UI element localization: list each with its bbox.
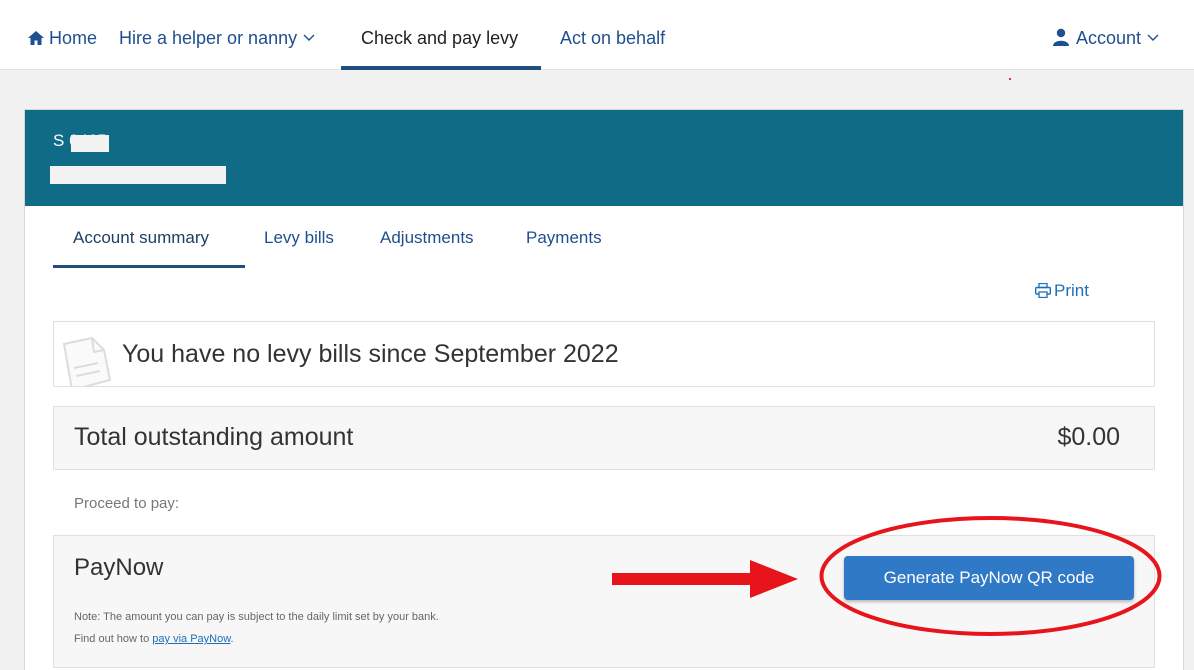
- no-bills-message: You have no levy bills since September 2…: [122, 340, 619, 368]
- print-link[interactable]: Print: [1035, 281, 1089, 301]
- nav-active-indicator: [341, 66, 541, 70]
- tab-adjustments[interactable]: Adjustments: [380, 228, 474, 248]
- print-label: Print: [1054, 281, 1089, 300]
- chevron-down-icon: [303, 34, 315, 41]
- nav-check-pay-label: Check and pay levy: [361, 28, 519, 48]
- nav-check-pay-levy[interactable]: Check and pay levy: [361, 26, 518, 50]
- nav-act-behalf-label: Act on behalf: [560, 28, 666, 48]
- tab-account-summary[interactable]: Account summary: [73, 228, 209, 248]
- paynow-title: PayNow: [74, 554, 164, 581]
- paynow-find-prefix: Find out how to: [74, 633, 153, 645]
- nav-home[interactable]: Home: [28, 26, 97, 50]
- red-arrow-annotation: [612, 560, 798, 598]
- red-circle-annotation: [819, 516, 1162, 636]
- tab-levy-bills[interactable]: Levy bills: [264, 228, 334, 248]
- tab-payments[interactable]: Payments: [526, 228, 602, 248]
- stray-dot: [1009, 78, 1011, 80]
- proceed-to-pay-label: Proceed to pay:: [74, 495, 180, 512]
- paynow-find-suffix: .: [230, 633, 234, 645]
- total-outstanding-value: $0.00: [1057, 423, 1120, 451]
- nav-hire-label: Hire a helper or nanny: [119, 28, 298, 48]
- total-outstanding-panel: Total outstanding amount $0.00: [53, 406, 1155, 470]
- no-bills-panel: You have no levy bills since September 2…: [53, 321, 1155, 387]
- user-icon: [1053, 28, 1069, 46]
- document-icon: [62, 336, 112, 386]
- nav-account[interactable]: Account: [1052, 26, 1159, 50]
- redaction-bar: [71, 135, 109, 152]
- paynow-limit-note: Note: The amount you can pay is subject …: [74, 611, 439, 623]
- redaction-bar: [50, 166, 226, 184]
- top-navigation: Home Hire a helper or nanny Check and pa…: [0, 0, 1194, 70]
- total-outstanding-label: Total outstanding amount: [74, 423, 354, 451]
- tab-active-indicator: [53, 265, 245, 268]
- printer-icon: [1035, 283, 1051, 298]
- nav-act-on-behalf[interactable]: Act on behalf: [560, 26, 665, 50]
- paynow-note: Note: The amount you can pay is subject …: [74, 606, 439, 650]
- nav-home-label: Home: [49, 28, 98, 48]
- nav-account-label: Account: [1076, 28, 1142, 48]
- pay-via-paynow-link[interactable]: pay via PayNow: [152, 633, 230, 645]
- home-icon: [28, 31, 44, 45]
- chevron-down-icon: [1147, 34, 1159, 41]
- nav-hire-helper[interactable]: Hire a helper or nanny: [119, 26, 315, 50]
- account-header: S 646B: [25, 110, 1183, 206]
